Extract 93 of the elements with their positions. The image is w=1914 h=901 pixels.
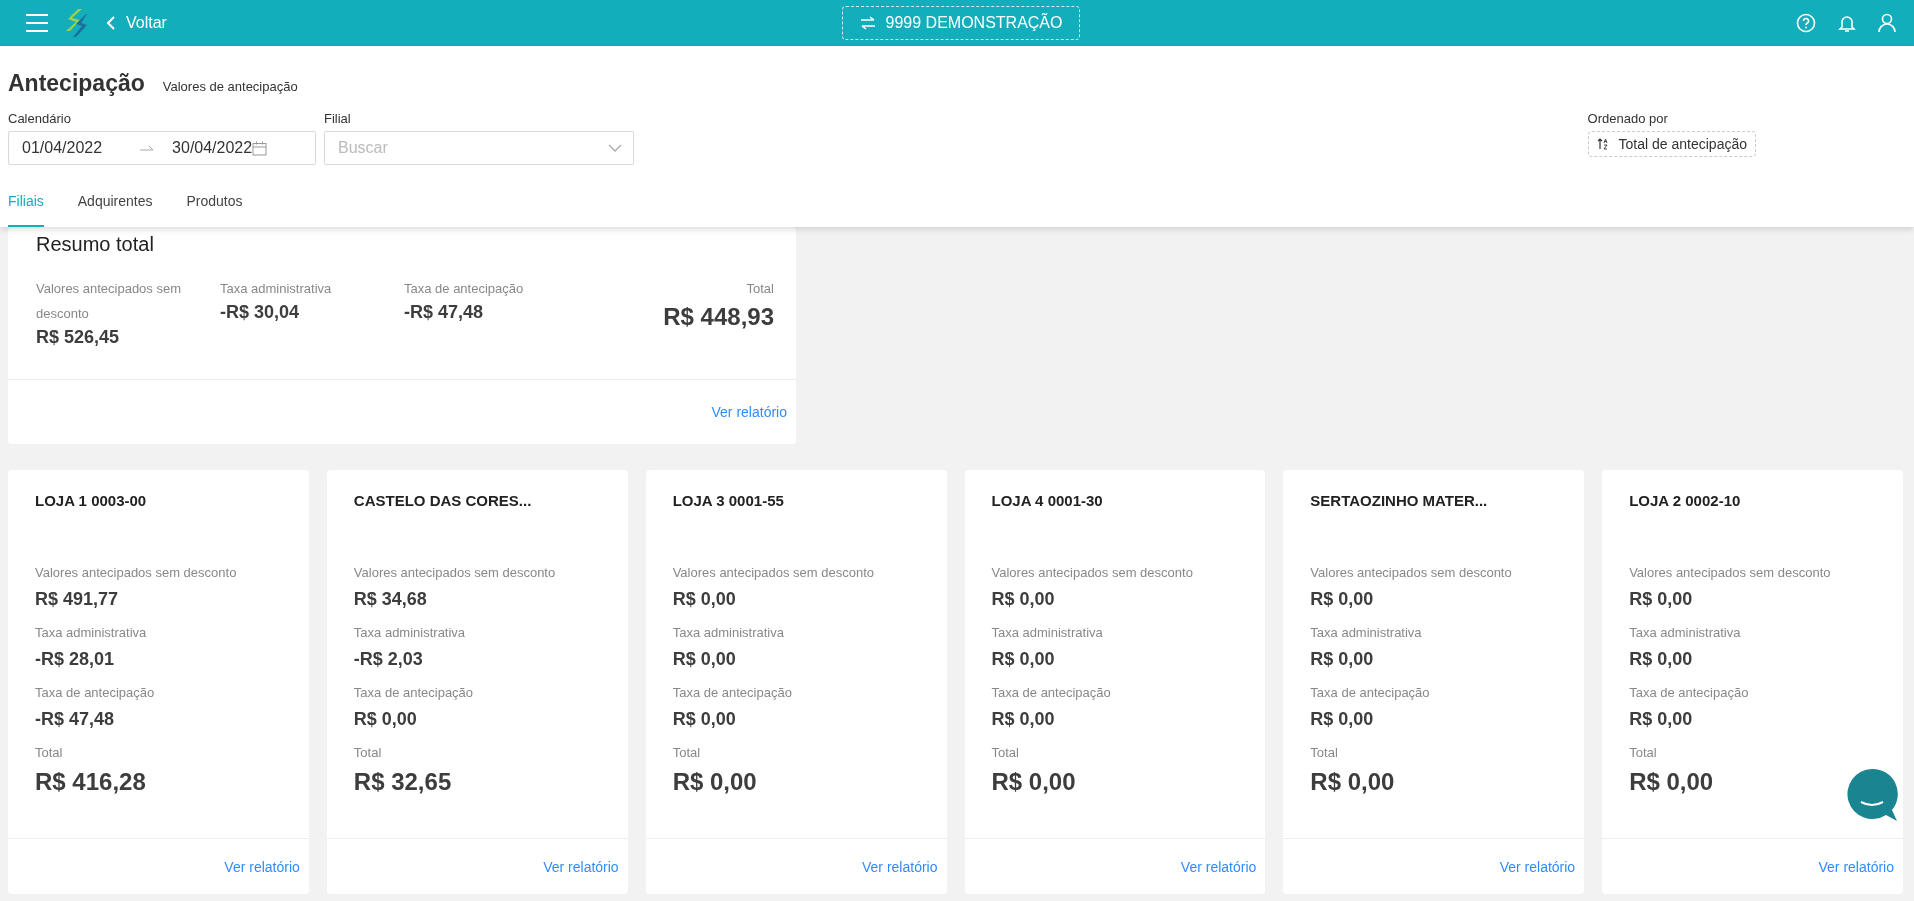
report-link[interactable]: Ver relatório: [1180, 858, 1257, 875]
total-label: Total: [991, 744, 1020, 762]
metric-value: R$ 0,00: [353, 708, 418, 730]
metric-value: R$ 526,45: [36, 327, 121, 348]
metric-value: R$ 0,00: [991, 648, 1056, 670]
metric-label: Taxa de antecipação: [35, 684, 156, 702]
metric-label: Valores antecipados sem desconto: [1629, 564, 1832, 582]
metric-value: -R$ 30,04: [220, 302, 301, 323]
metric-value: -R$ 47,48: [404, 302, 485, 323]
sort-button[interactable]: Total de antecipação: [1587, 131, 1756, 157]
store-name: LOJA 4 0001-30: [991, 492, 1104, 511]
page-title: Antecipação: [8, 70, 145, 97]
metric-value: R$ 0,00: [672, 588, 737, 610]
total-label: Total: [672, 744, 702, 762]
card-title: Resumo total: [36, 233, 155, 256]
metric-value: R$ 34,68: [353, 588, 428, 610]
metric-value: R$ 0,00: [991, 588, 1056, 610]
metric-value: R$ 0,00: [1310, 708, 1375, 730]
report-link[interactable]: Ver relatório: [224, 858, 300, 875]
help-icon[interactable]: [1796, 13, 1816, 33]
total-label: Total: [1629, 744, 1658, 762]
metric-label: Taxa de antecipação: [404, 280, 525, 298]
chevron-down-icon: [608, 144, 622, 152]
metric-value: R$ 491,77: [35, 588, 120, 610]
report-link[interactable]: Ver relatório: [1499, 858, 1576, 875]
metric-label: Taxa administrativa: [991, 624, 1104, 642]
field-label: Filial: [324, 111, 352, 126]
bell-icon[interactable]: [1838, 13, 1856, 33]
metric-value: R$ 0,00: [672, 708, 737, 730]
field-label: Calendário: [8, 111, 72, 126]
total-label: Total: [353, 744, 383, 762]
company-selector[interactable]: 9999 DEMONSTRAÇÃO: [841, 6, 1081, 40]
tab[interactable]: Produtos: [186, 193, 243, 227]
metric-value: R$ 0,00: [1310, 588, 1375, 610]
metric-label: Taxa de antecipação: [1310, 684, 1431, 702]
total-label: Total: [1310, 744, 1339, 762]
report-link[interactable]: Ver relatório: [711, 404, 787, 420]
total-value: R$ 0,00: [672, 768, 758, 796]
metric-label: Valores antecipados sem desconto: [991, 564, 1194, 582]
metric-value: R$ 0,00: [1629, 648, 1694, 670]
metric-value: R$ 0,00: [991, 708, 1056, 730]
report-link[interactable]: Ver relatório: [1818, 858, 1894, 875]
chevron-left-icon: [106, 15, 116, 31]
field-label: Ordenado por: [1587, 111, 1669, 126]
total-value: R$ 0,00: [1310, 768, 1396, 796]
total-value: R$ 0,00: [1629, 768, 1715, 796]
metric-label: Taxa administrativa: [672, 624, 785, 642]
metric-value: R$ 0,00: [672, 648, 737, 670]
metric-value: -R$ 28,01: [35, 648, 116, 670]
branch-select[interactable]: Buscar: [324, 131, 634, 165]
metric-label: Taxa de antecipação: [672, 684, 793, 702]
total-value: R$ 416,28: [35, 768, 147, 796]
tab[interactable]: Adquirentes: [77, 193, 153, 227]
metric-value: R$ 0,00: [1629, 588, 1694, 610]
metric-label: Valores antecipados sem desconto: [35, 564, 238, 582]
metric-label: Valores antecipados sem desconto: [353, 564, 557, 582]
sort-icon: [1596, 138, 1609, 150]
metric-value: -R$ 47,48: [35, 708, 116, 730]
store-name: LOJA 2 0002-10: [1629, 492, 1742, 511]
metric-label: Taxa administrativa: [220, 280, 333, 298]
metric-value: R$ 0,00: [1310, 648, 1375, 670]
metric-value: R$ 0,00: [1629, 708, 1694, 730]
metric-label: Taxa administrativa: [1629, 624, 1742, 642]
total-value: R$ 32,65: [353, 768, 453, 796]
metric-label: Valores antecipados sem desconto: [672, 564, 876, 582]
total-label: Total: [35, 744, 64, 762]
store-name: CASTELO DAS CORES...: [353, 492, 533, 511]
store-name: LOJA 1 0003-00: [35, 492, 148, 511]
date-range-field[interactable]: 01/04/2022 30/04/2022: [8, 131, 316, 165]
logo-icon: [66, 9, 88, 37]
metric-label: Taxa administrativa: [353, 624, 467, 642]
total-value: R$ 0,00: [991, 768, 1077, 796]
metric-label: Taxa de antecipação: [353, 684, 475, 702]
report-link[interactable]: Ver relatório: [862, 858, 938, 875]
metric-label: Taxa administrativa: [1310, 624, 1423, 642]
swap-icon: [859, 16, 876, 30]
report-link[interactable]: Ver relatório: [543, 858, 619, 875]
metric-label: Taxa de antecipação: [1629, 684, 1750, 702]
metric-label: Valores antecipados sem desconto: [36, 280, 182, 323]
total-value: R$ 448,93: [662, 303, 774, 331]
page-subtitle: Valores de antecipação: [162, 79, 298, 94]
chat-icon[interactable]: [1846, 768, 1898, 822]
metric-value: -R$ 2,03: [353, 648, 424, 670]
metric-label: Taxa administrativa: [35, 624, 148, 642]
metric-label: Valores antecipados sem desconto: [1310, 564, 1513, 582]
store-name: SERTAOZINHO MATER...: [1310, 492, 1489, 511]
menu-icon[interactable]: [26, 14, 48, 32]
back-button[interactable]: Voltar: [106, 14, 167, 32]
store-name: LOJA 3 0001-55: [672, 492, 785, 511]
calendar-icon: [252, 140, 268, 156]
total-label: Total: [746, 281, 774, 296]
user-icon[interactable]: [1878, 13, 1896, 33]
metric-label: Taxa de antecipação: [991, 684, 1112, 702]
